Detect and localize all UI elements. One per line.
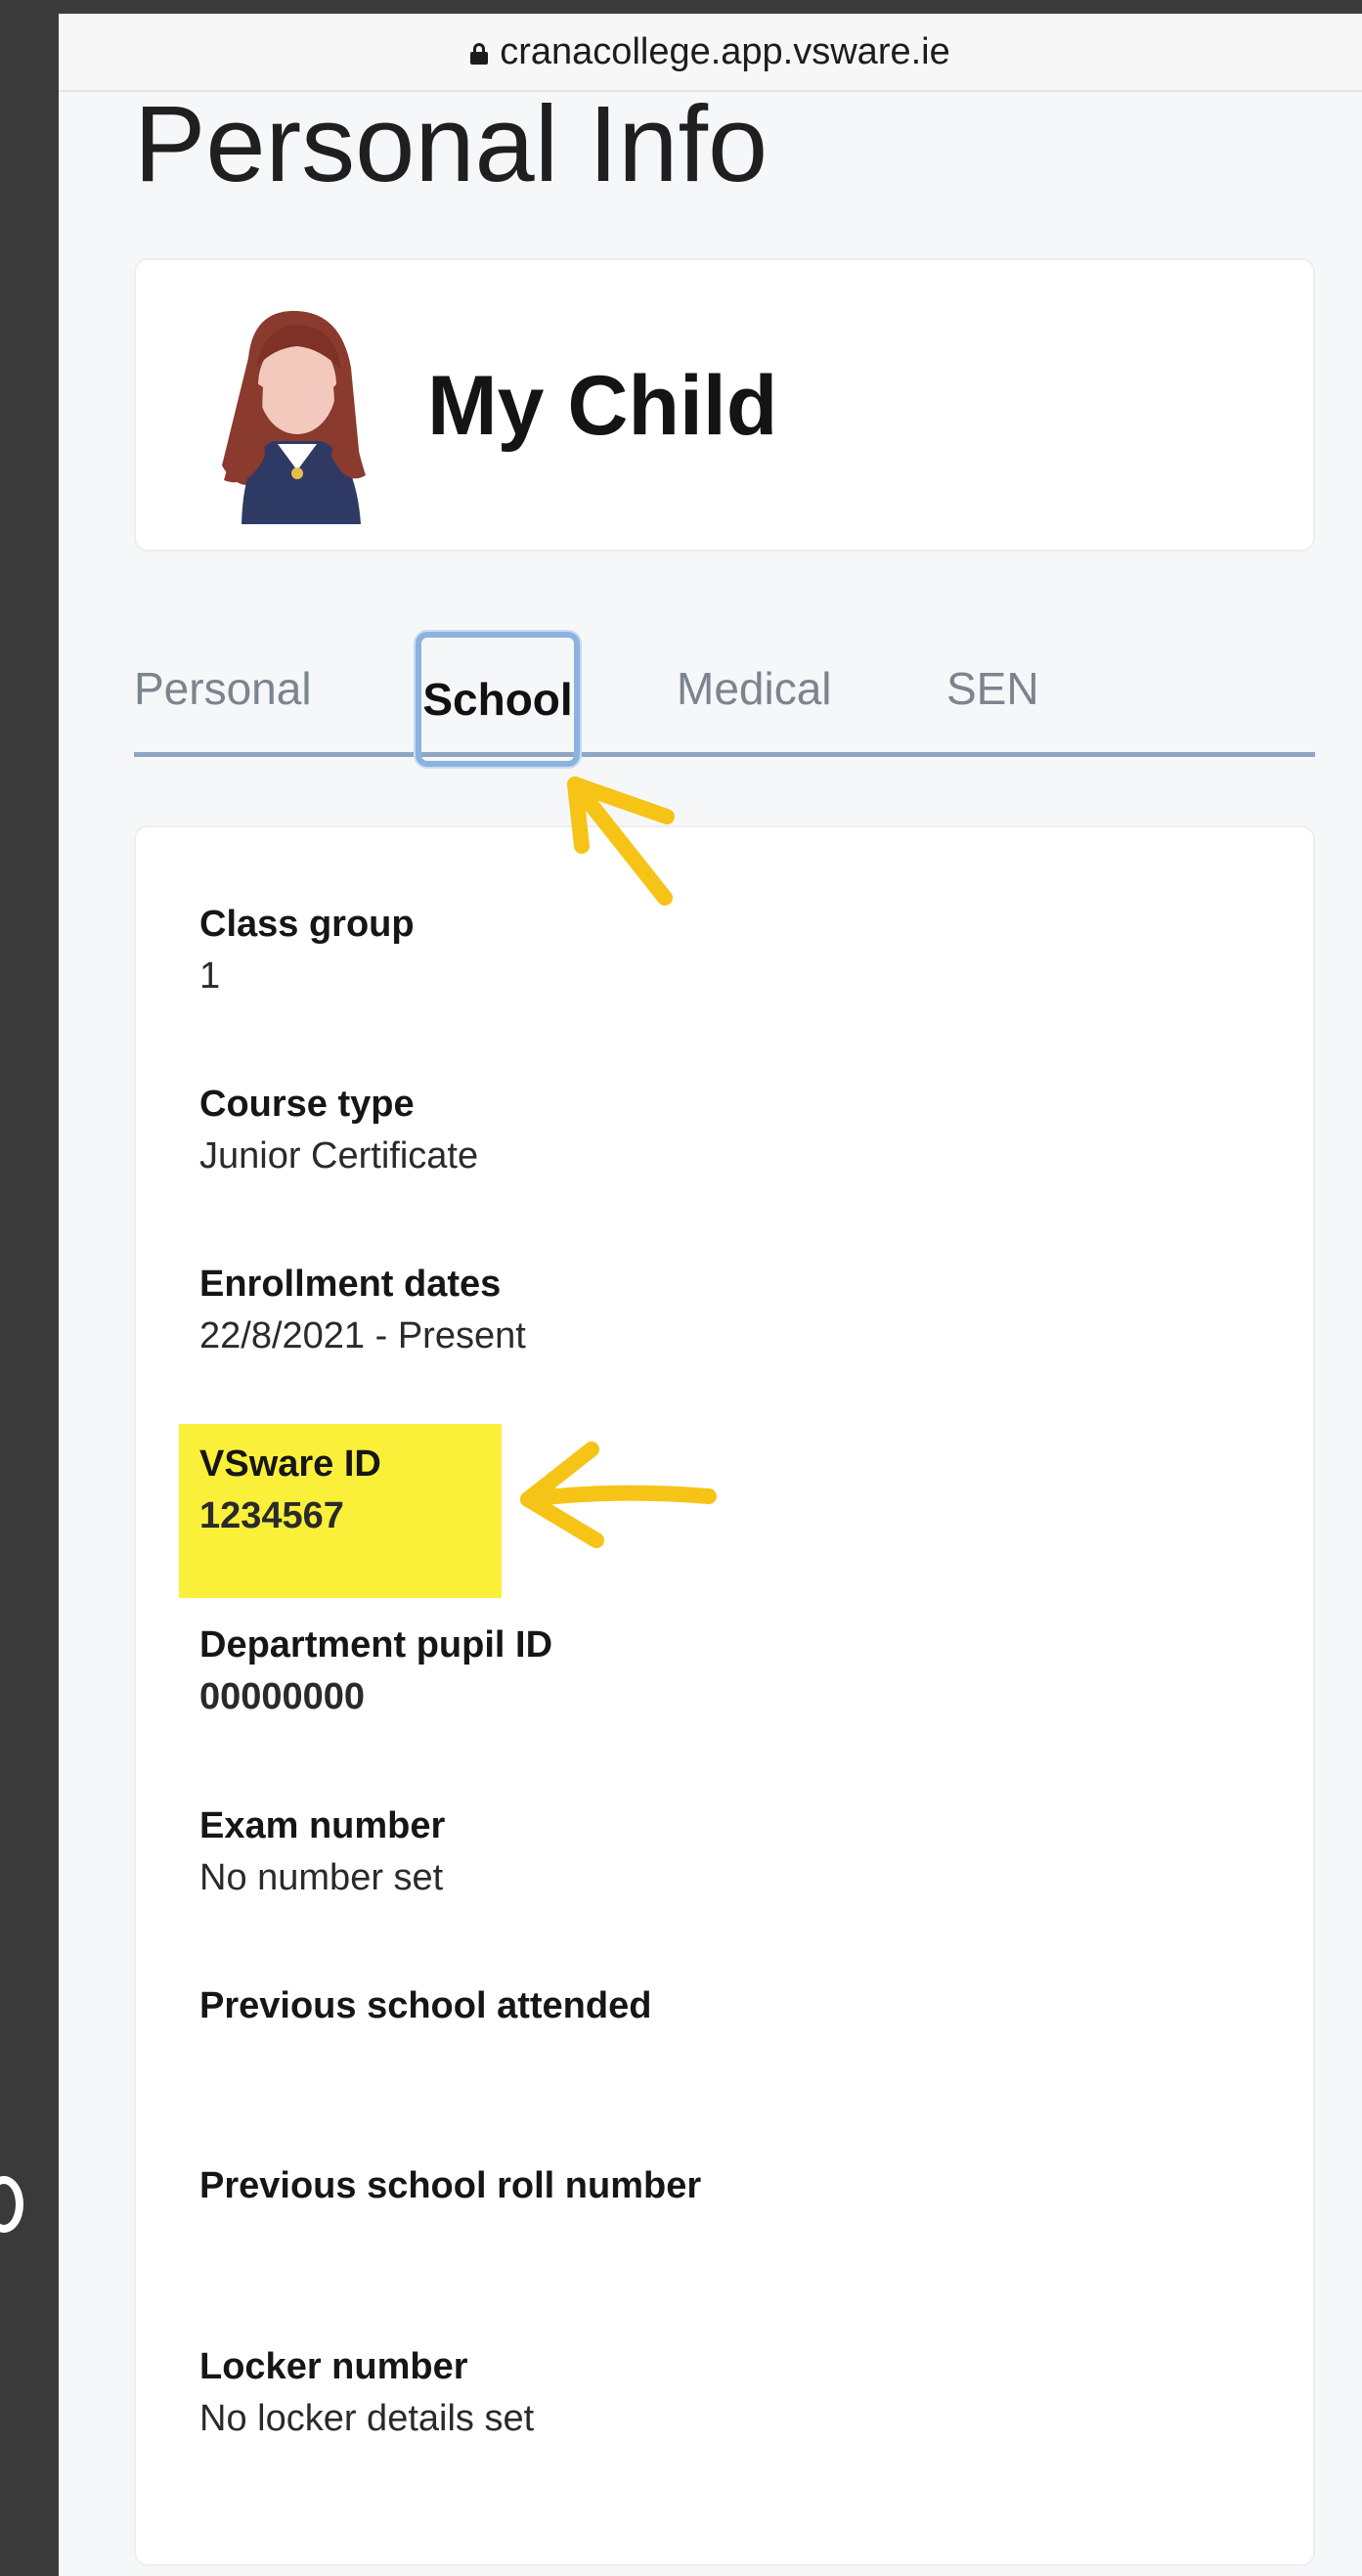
background-edge — [0, 0, 59, 2576]
url-text: cranacollege.app.vsware.ie — [500, 30, 950, 72]
page-title: Personal Info — [134, 84, 769, 204]
phone-screen: cranacollege.app.vsware.ie Personal Info… — [59, 14, 1362, 2576]
field-previous-school: Previous school attended — [199, 1985, 651, 2037]
field-label: Exam number — [199, 1805, 446, 1846]
field-label: Enrollment dates — [199, 1264, 502, 1305]
field-exam-number: Exam number No number set — [199, 1805, 445, 1899]
field-label: Department pupil ID — [199, 1624, 553, 1666]
field-vsware-id: VSware ID 1234567 — [199, 1443, 381, 1537]
field-value: 22/8/2021 - Present — [199, 1315, 526, 1356]
tab-personal[interactable]: Personal — [134, 640, 312, 737]
child-name: My Child — [427, 359, 778, 453]
field-label: Class group — [199, 904, 415, 945]
field-previous-roll-number: Previous school roll number — [199, 2165, 701, 2217]
field-label: Previous school attended — [199, 1985, 652, 2026]
tab-sen[interactable]: SEN — [946, 640, 1039, 737]
field-value: Junior Certificate — [199, 1135, 479, 1177]
field-locker-number: Locker number No locker details set — [199, 2346, 534, 2440]
field-value: 1 — [199, 955, 221, 997]
tab-medical[interactable]: Medical — [677, 640, 832, 737]
field-label: Previous school roll number — [199, 2165, 702, 2206]
field-department-pupil-id: Department pupil ID 00000000 — [199, 1624, 552, 1718]
tab-bar: Personal School Medical SEN — [134, 610, 1315, 767]
field-value: 00000000 — [199, 1676, 366, 1717]
profile-card: My Child — [134, 258, 1315, 552]
tab-school[interactable]: School — [416, 632, 580, 767]
lock-icon — [470, 43, 489, 65]
avatar — [222, 310, 366, 524]
field-course-type: Course type Junior Certificate — [199, 1084, 478, 1177]
field-value: 1234567 — [199, 1495, 344, 1536]
field-label: Course type — [199, 1084, 415, 1125]
url-bar[interactable]: cranacollege.app.vsware.ie — [59, 14, 1362, 92]
field-enrollment-dates: Enrollment dates 22/8/2021 - Present — [199, 1264, 526, 1357]
field-label: Locker number — [199, 2346, 468, 2387]
field-class-group: Class group 1 — [199, 904, 415, 998]
field-value: No number set — [199, 1857, 444, 1898]
field-label: VSware ID — [199, 1443, 381, 1485]
partial-glyph — [0, 2176, 23, 2233]
school-details-card: Class group 1 Course type Junior Certifi… — [134, 825, 1315, 2566]
field-value: No locker details set — [199, 2398, 535, 2439]
